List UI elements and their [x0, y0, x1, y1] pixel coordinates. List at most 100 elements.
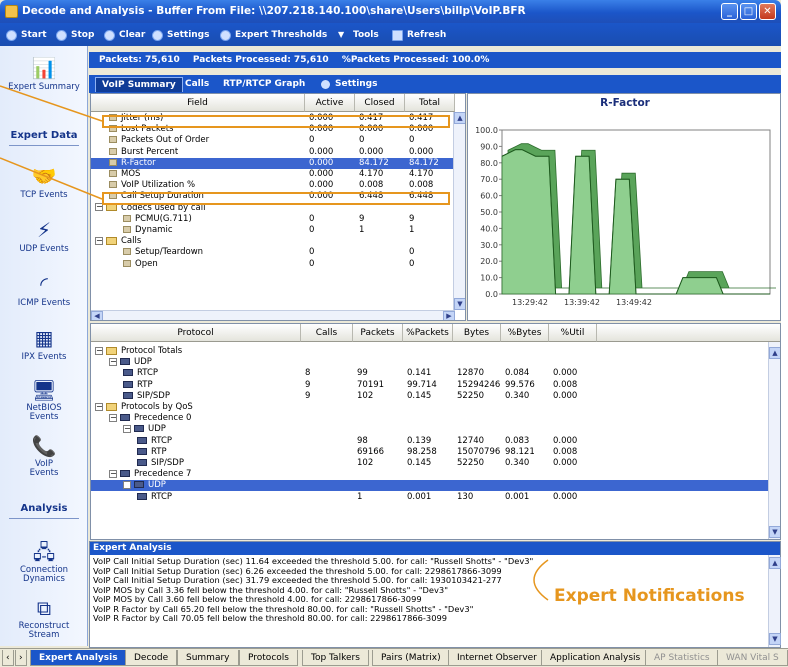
- scroll-down-icon[interactable]: ▼: [769, 526, 780, 538]
- scroll-up-icon[interactable]: ▲: [769, 557, 781, 569]
- refresh-button[interactable]: Refresh: [392, 28, 446, 42]
- column-header-total[interactable]: Total: [405, 94, 455, 112]
- sidebar-item-expert-summary[interactable]: 📊 Expert Summary: [0, 56, 88, 92]
- scroll-down-icon[interactable]: ▼: [769, 633, 781, 645]
- protocol-row[interactable]: − UDP: [91, 480, 769, 492]
- column-header-pct-bytes[interactable]: %Bytes: [501, 324, 549, 342]
- sidebar-item-reconstruct-stream[interactable]: ⧉ Reconstruct Stream: [0, 596, 88, 640]
- summary-row[interactable]: VoIP Utilization % 0.000 0.008 0.008: [91, 180, 455, 191]
- tab-rtp-rtcp-graph[interactable]: RTP/RTCP Graph: [217, 77, 311, 92]
- summary-field-label: R-Factor: [121, 157, 156, 168]
- tab-wan-vital-signs[interactable]: WAN Vital S: [717, 650, 788, 666]
- sidebar-item-icmp-events[interactable]: ◜ ICMP Events: [0, 272, 88, 308]
- protocol-pct-packets-cell: 99.714: [407, 379, 437, 390]
- summary-row[interactable]: Dynamic 0 1 1: [91, 225, 455, 236]
- column-header-protocol[interactable]: Protocol: [91, 324, 301, 342]
- expert-vertical-scrollbar[interactable]: ▲ ▼: [768, 555, 781, 647]
- column-header-util[interactable]: %Util: [549, 324, 597, 342]
- close-button[interactable]: ✕: [759, 3, 776, 20]
- summary-row[interactable]: − Calls: [91, 236, 455, 247]
- protocol-row[interactable]: RTCP 98 0.139 12740 0.083 0.000: [91, 436, 769, 447]
- protocol-row[interactable]: − Precedence 7: [91, 469, 769, 480]
- protocol-vertical-scrollbar[interactable]: ▲ ▼: [768, 342, 780, 539]
- protocol-row[interactable]: − Protocol Totals: [91, 346, 769, 357]
- horizontal-scrollbar[interactable]: ◀ ▶: [91, 310, 455, 320]
- protocol-row[interactable]: RTP 69166 98.258 15070796 98.121 0.008: [91, 447, 769, 458]
- column-header-active[interactable]: Active: [305, 94, 355, 112]
- sidebar-item-tcp-events[interactable]: 🤝 TCP Events: [0, 164, 88, 200]
- tab-ap-statistics[interactable]: AP Statistics: [645, 650, 719, 666]
- column-header-pct-packets[interactable]: %Packets: [403, 324, 453, 342]
- minimize-button[interactable]: _: [721, 3, 738, 20]
- collapse-icon[interactable]: −: [109, 413, 117, 422]
- collapse-icon[interactable]: −: [123, 480, 131, 489]
- tab-calls[interactable]: Calls: [179, 77, 215, 92]
- protocol-row[interactable]: RTCP 1 0.001 130 0.001 0.000: [91, 492, 769, 503]
- tab-settings[interactable]: Settings: [317, 77, 383, 92]
- tab-top-talkers[interactable]: Top Talkers: [302, 650, 369, 666]
- sidebar-item-ipx-events[interactable]: ▦ IPX Events: [0, 326, 88, 362]
- summary-row[interactable]: Open 0 0: [91, 259, 455, 270]
- tab-protocols[interactable]: Protocols: [239, 650, 298, 666]
- column-header-bytes[interactable]: Bytes: [453, 324, 501, 342]
- maximize-button[interactable]: □: [740, 3, 757, 20]
- sidebar-item-netbios-events[interactable]: 🖥 NetBIOS Events: [0, 378, 88, 422]
- tab-scroll-right-icon[interactable]: ›: [15, 650, 27, 666]
- protocol-row[interactable]: SIP/SDP 102 0.145 52250 0.340 0.000: [91, 458, 769, 469]
- clear-button[interactable]: Clear: [104, 28, 145, 42]
- start-button[interactable]: Start: [6, 28, 47, 42]
- summary-row[interactable]: MOS 0.000 4.170 4.170: [91, 169, 455, 180]
- tab-pairs-matrix[interactable]: Pairs (Matrix): [372, 650, 450, 666]
- column-header-packets[interactable]: Packets: [353, 324, 403, 342]
- scroll-up-icon[interactable]: ▲: [454, 112, 465, 124]
- collapse-icon[interactable]: −: [123, 424, 131, 433]
- scroll-left-icon[interactable]: ◀: [91, 311, 103, 320]
- vertical-scrollbar[interactable]: ▲ ▼: [453, 112, 465, 310]
- tab-summary[interactable]: Summary: [177, 650, 239, 666]
- sidebar-item-udp-events[interactable]: ⚡ UDP Events: [0, 218, 88, 254]
- summary-row[interactable]: Packets Out of Order 0 0 0: [91, 135, 455, 146]
- protocol-packets-cell: 98: [357, 435, 368, 446]
- minimize-icon: _: [727, 6, 732, 17]
- sidebar-item-voip-events[interactable]: 📞 VoIP Events: [0, 434, 88, 478]
- tab-voip-summary[interactable]: VoIP Summary: [95, 77, 183, 92]
- column-header-field[interactable]: Field: [91, 94, 305, 112]
- protocol-row[interactable]: − UDP: [91, 424, 769, 435]
- protocol-row[interactable]: − UDP: [91, 357, 769, 368]
- summary-row[interactable]: Burst Percent 0.000 0.000 0.000: [91, 147, 455, 158]
- column-header-closed[interactable]: Closed: [355, 94, 405, 112]
- scroll-down-icon[interactable]: ▼: [454, 298, 465, 310]
- sidebar-item-connection-dynamics[interactable]: 🖧 Connection Dynamics: [0, 540, 88, 584]
- column-header-calls[interactable]: Calls: [301, 324, 353, 342]
- collapse-icon[interactable]: −: [95, 346, 103, 355]
- protocol-label-cell: RTP: [137, 447, 167, 458]
- summary-row[interactable]: PCMU(G.711) 0 9 9: [91, 214, 455, 225]
- tab-application-analysis[interactable]: Application Analysis: [541, 650, 650, 666]
- protocol-label-cell: RTCP: [137, 436, 172, 447]
- scroll-up-icon[interactable]: ▲: [769, 347, 780, 359]
- tab-decode[interactable]: Decode: [125, 650, 178, 666]
- protocol-row[interactable]: − Precedence 0: [91, 413, 769, 424]
- protocol-row[interactable]: RTCP 8 99 0.141 12870 0.084 0.000: [91, 368, 769, 379]
- expert-line[interactable]: VoIP R Factor by Call 70.05 fell below t…: [93, 613, 447, 624]
- scroll-right-icon[interactable]: ▶: [443, 311, 455, 320]
- collapse-icon[interactable]: −: [109, 357, 117, 366]
- tab-expert-analysis[interactable]: Expert Analysis: [30, 650, 127, 666]
- stop-button[interactable]: Stop: [56, 28, 94, 42]
- tab-scroll-left-icon[interactable]: ‹: [2, 650, 14, 666]
- protocol-row[interactable]: RTP 9 70191 99.714 15294246 99.576 0.008: [91, 380, 769, 391]
- tools-menu[interactable]: ▼ Tools: [338, 28, 379, 42]
- summary-field: Open: [123, 259, 158, 270]
- protocol-row[interactable]: − Protocols by QoS: [91, 402, 769, 413]
- expert-thresholds-button[interactable]: Expert Thresholds: [220, 28, 327, 42]
- collapse-icon[interactable]: −: [95, 402, 103, 411]
- summary-closed-cell: 9: [359, 213, 365, 224]
- tab-internet-observer[interactable]: Internet Observer: [448, 650, 546, 666]
- summary-row[interactable]: Setup/Teardown 0 0: [91, 247, 455, 258]
- start-icon: [6, 30, 17, 41]
- protocol-row[interactable]: SIP/SDP 9 102 0.145 52250 0.340 0.000: [91, 391, 769, 402]
- summary-row[interactable]: R-Factor 0.000 84.172 84.172: [91, 157, 455, 169]
- collapse-icon[interactable]: −: [95, 236, 103, 245]
- settings-button[interactable]: Settings: [152, 28, 209, 42]
- collapse-icon[interactable]: −: [109, 469, 117, 478]
